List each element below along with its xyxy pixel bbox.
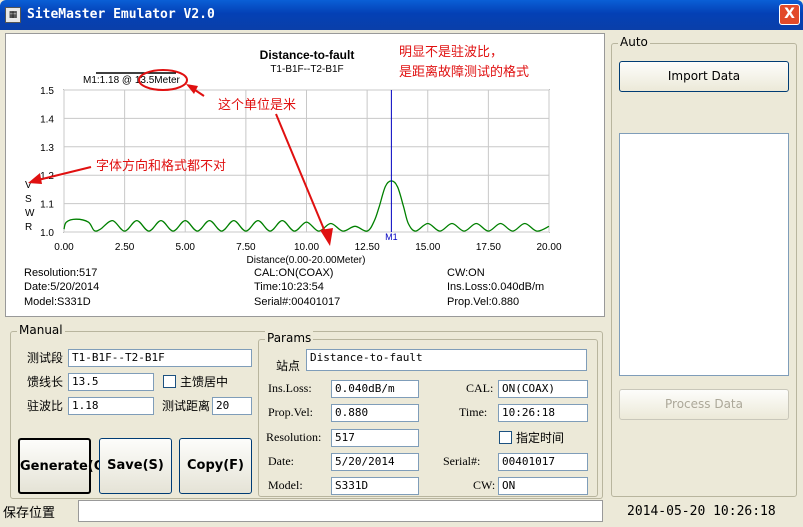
manual-group-label: Manual <box>17 323 65 337</box>
note-not-vswr: 明显不是驻波比， <box>399 44 504 59</box>
prop-vel-label: Prop.Vel: <box>268 405 313 419</box>
info-date: Date:5/20/2014 <box>24 281 100 293</box>
feeder-length-input[interactable]: 13.5 <box>68 373 154 391</box>
note-dtf-format: 是距离故障测试的格式 <box>399 64 530 79</box>
site-label: 站点 <box>276 359 301 373</box>
info-ins-loss: Ins.Loss:0.040dB/m <box>447 281 545 293</box>
cal-input[interactable]: ON(COAX) <box>498 380 588 398</box>
test-distance-label: 测试距离 <box>162 399 211 413</box>
vswr-input[interactable]: 1.18 <box>68 397 154 415</box>
info-model: Model:S331D <box>24 296 91 308</box>
resolution-label: Resolution: <box>266 430 322 444</box>
y-tick-label: 1.1 <box>40 200 54 211</box>
cw-label: CW: <box>473 478 496 492</box>
model-input[interactable]: S331D <box>331 477 419 495</box>
cw-input[interactable]: ON <box>498 477 588 495</box>
info-time: Time:10:23:54 <box>254 281 324 293</box>
arrow-font-note-head <box>28 173 42 184</box>
feeder-length-label: 馈线长 <box>27 375 64 389</box>
serial-input[interactable]: 00401017 <box>498 453 588 471</box>
x-tick-label: 2.50 <box>115 242 135 253</box>
cal-label: CAL: <box>466 381 494 395</box>
info-cal: CAL:ON(COAX) <box>254 267 334 279</box>
date-input[interactable]: 5/20/2014 <box>331 453 419 471</box>
y-axis-label-w: W <box>25 208 35 219</box>
segment-input[interactable]: T1-B1F--T2-B1F <box>68 349 252 367</box>
marker-readout: M1:1.18 @ 13.5Meter <box>83 75 181 86</box>
ins-loss-input[interactable]: 0.040dB/m <box>331 380 419 398</box>
title-bar[interactable]: ▦ SiteMaster Emulator V2.0 X <box>0 0 803 30</box>
x-tick-label: 12.50 <box>355 242 380 253</box>
y-tick-label: 1.5 <box>40 86 54 97</box>
save-location-field[interactable] <box>78 500 603 522</box>
y-tick-label: 1.3 <box>40 143 54 154</box>
chart-subtitle: T1-B1F--T2-B1F <box>270 64 343 75</box>
x-tick-label: 7.50 <box>236 242 256 253</box>
x-tick-label: 0.00 <box>54 242 74 253</box>
arrow-axis-note-head <box>320 228 333 246</box>
note-font-wrong: 字体方向和格式都不对 <box>96 158 227 173</box>
note-unit-meter: 这个单位是米 <box>218 97 297 112</box>
generate-button[interactable]: Generate(C) <box>18 438 109 494</box>
app-window: ▦ SiteMaster Emulator V2.0 X 0.00 2.50 5.0… <box>0 0 803 527</box>
resolution-input[interactable]: 517 <box>331 429 419 447</box>
ins-loss-label: Ins.Loss: <box>268 381 312 395</box>
date-label: Date: <box>268 454 294 468</box>
test-distance-input[interactable]: 20 <box>212 397 252 415</box>
import-data-button[interactable]: Import Data <box>619 61 789 92</box>
app-icon: ▦ <box>5 7 21 23</box>
marker-m1-label: M1 <box>385 232 398 242</box>
x-tick-label: 10.00 <box>294 242 319 253</box>
chart-panel: 0.00 2.50 5.00 7.50 10.00 12.50 15.00 17.50 20.0… <box>5 33 605 317</box>
save-location-label: 保存位置 <box>3 506 56 521</box>
y-axis-label-s: S <box>25 194 32 205</box>
specify-time-checkbox[interactable] <box>499 431 512 444</box>
auto-group-label: Auto <box>618 35 650 49</box>
x-axis-label: Distance(0.00-20.00Meter) <box>247 255 366 266</box>
chart-title: Distance-to-fault <box>260 48 355 62</box>
segment-label: 测试段 <box>27 351 64 365</box>
data-list-box[interactable] <box>619 133 789 376</box>
vswr-label: 驻波比 <box>27 399 64 413</box>
main-feeder-center-checkbox[interactable] <box>163 375 176 388</box>
save-button[interactable]: Save(S) <box>99 438 172 494</box>
params-group-label: Params <box>265 331 314 345</box>
serial-label: Serial#: <box>443 454 481 468</box>
info-serial: Serial#:00401017 <box>254 296 341 308</box>
time-input[interactable]: 10:26:18 <box>498 404 588 422</box>
y-tick-label: 1.4 <box>40 114 54 125</box>
copy-button[interactable]: Copy(F) <box>179 438 252 494</box>
y-axis-label-r: R <box>25 222 32 233</box>
site-input[interactable]: Distance-to-fault <box>306 349 587 371</box>
main-feeder-center-label: 主馈居中 <box>180 375 229 389</box>
process-data-button[interactable]: Process Data <box>619 389 789 420</box>
window-title: SiteMaster Emulator V2.0 <box>27 7 215 22</box>
x-tick-label: 5.00 <box>176 242 196 253</box>
x-tick-label: 15.00 <box>415 242 440 253</box>
x-tick-label: 20.00 <box>536 242 561 253</box>
specify-time-label: 指定时间 <box>516 431 565 445</box>
prop-vel-input[interactable]: 0.880 <box>331 404 419 422</box>
x-tick-label: 17.50 <box>476 242 501 253</box>
status-datetime: 2014-05-20 10:26:18 <box>627 504 776 519</box>
info-resolution: Resolution:517 <box>24 267 98 279</box>
model-label: Model: <box>268 478 303 492</box>
time-label: Time: <box>459 405 488 419</box>
info-cw: CW:ON <box>447 267 485 279</box>
y-tick-label: 1.0 <box>40 228 54 239</box>
close-button[interactable]: X <box>779 4 800 25</box>
info-prop-vel: Prop.Vel:0.880 <box>447 296 520 308</box>
